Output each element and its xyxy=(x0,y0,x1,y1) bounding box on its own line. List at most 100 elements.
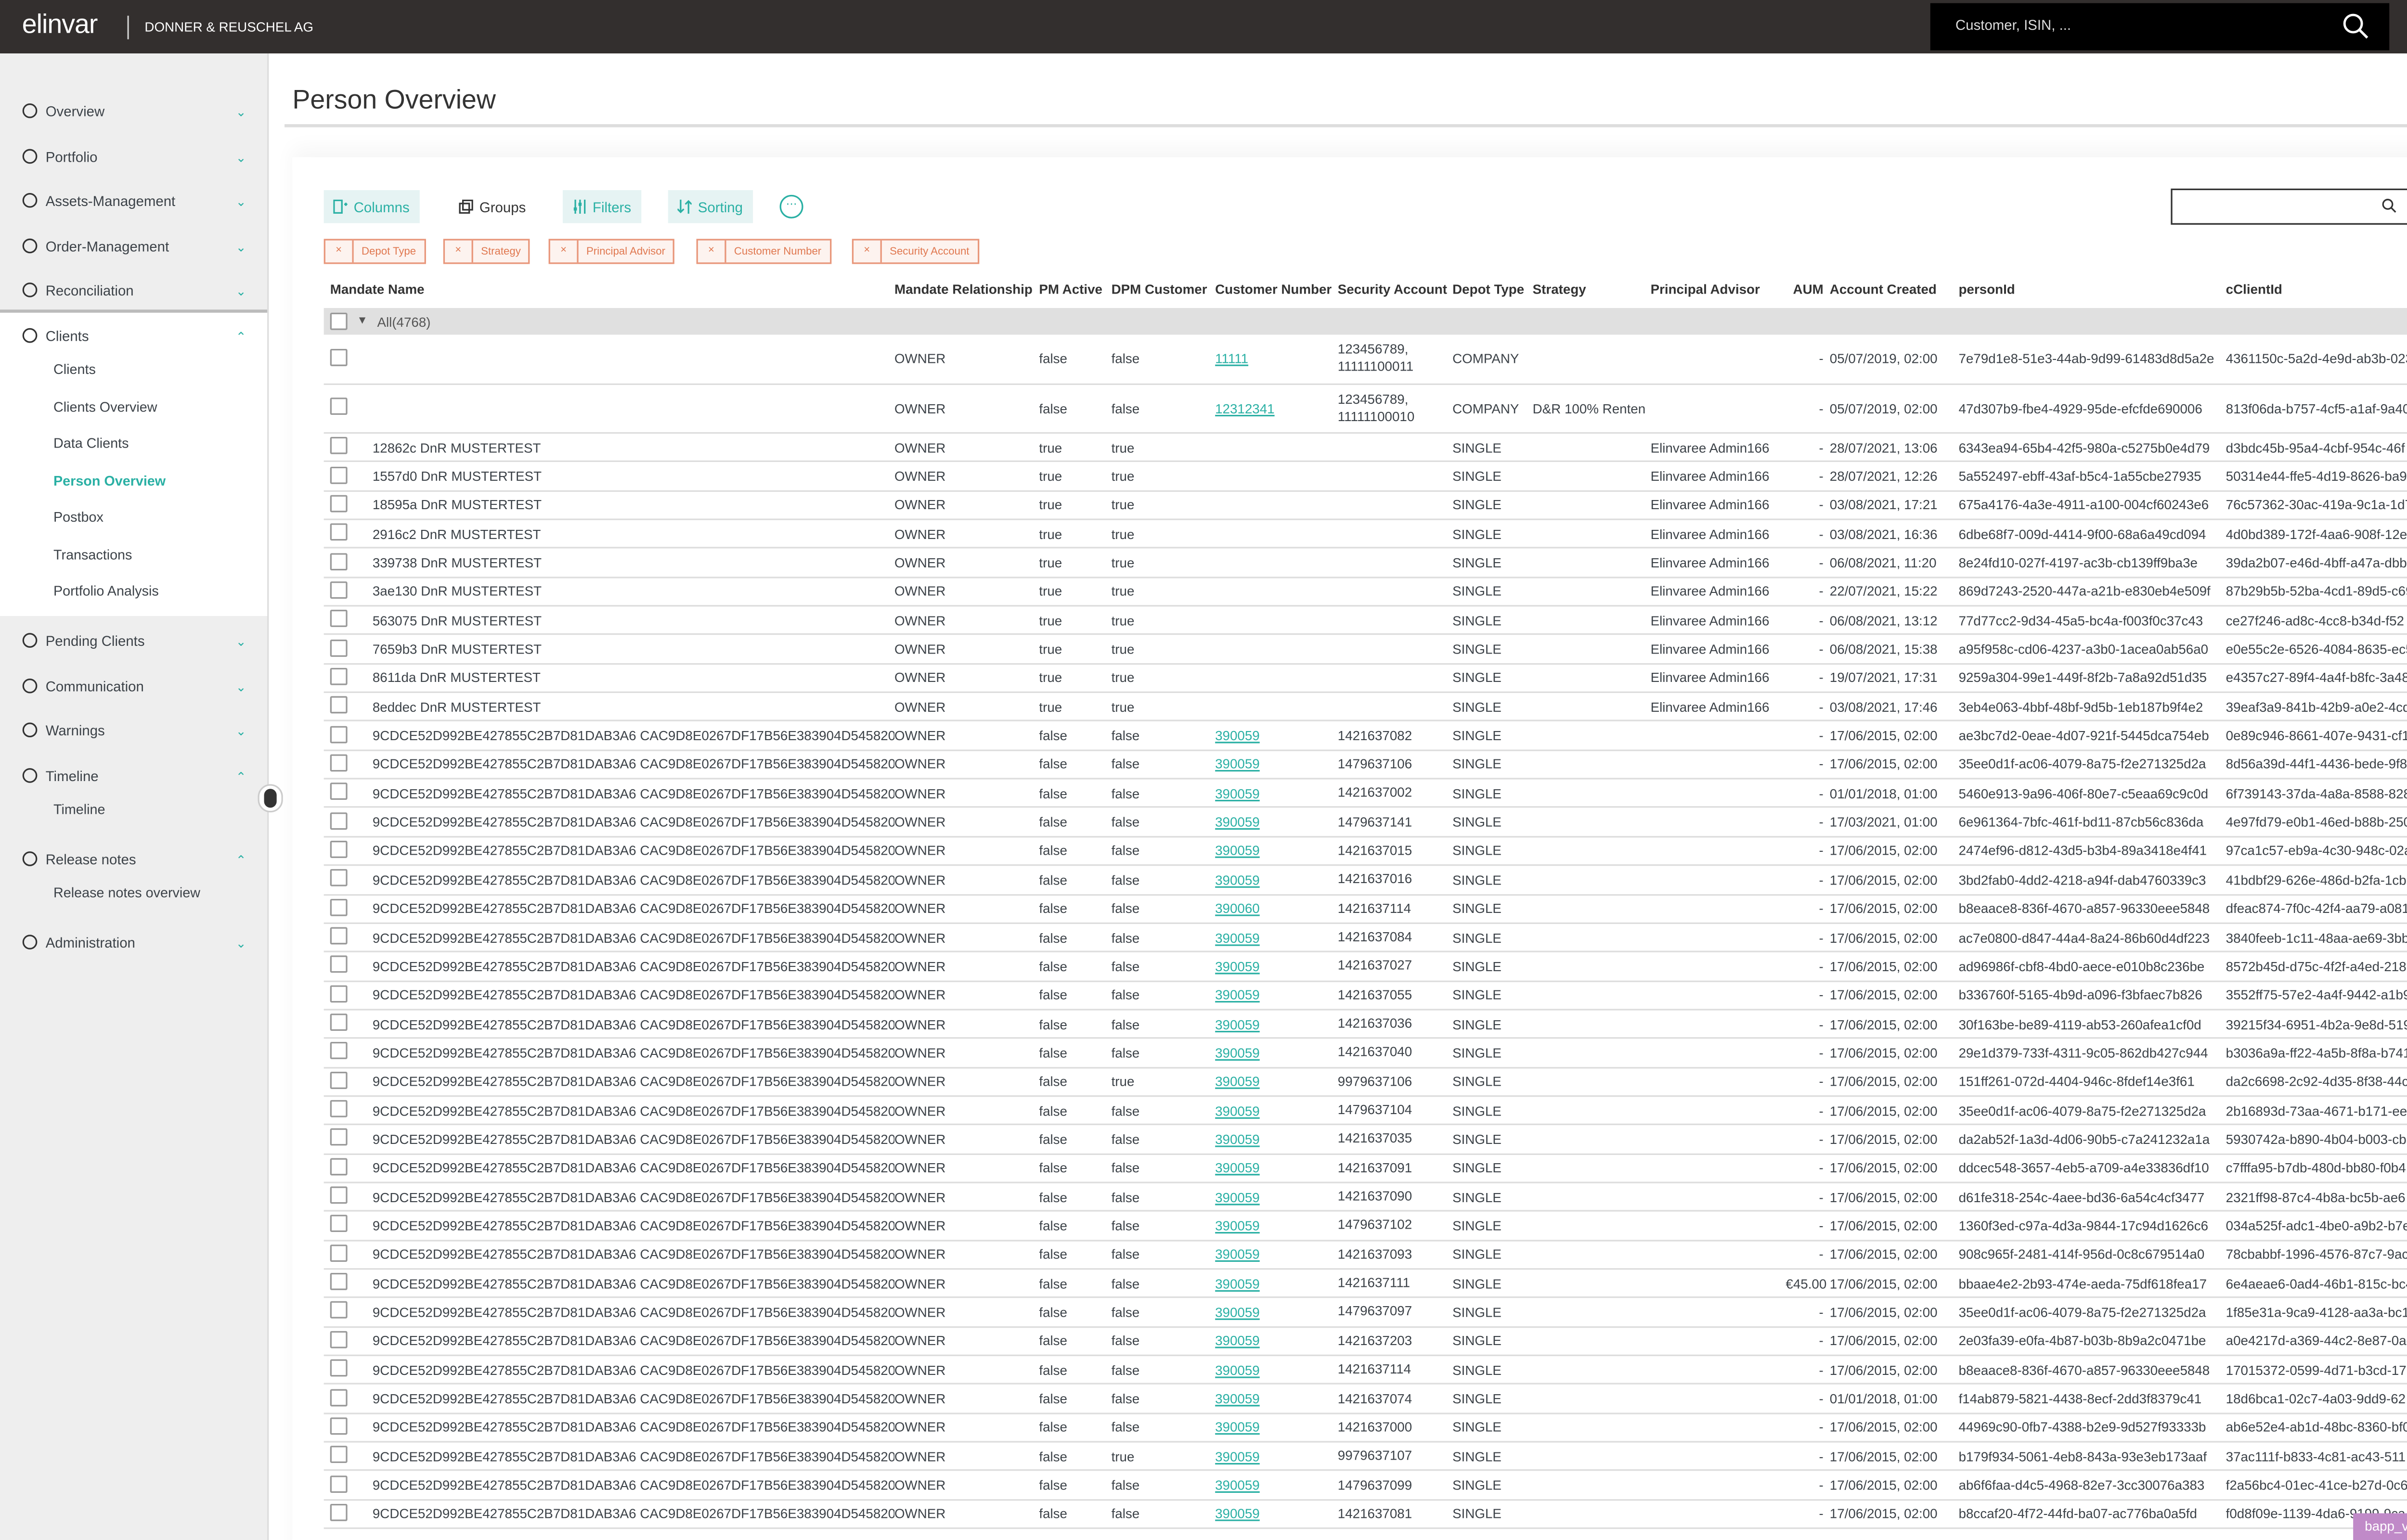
sidebar-sub-transactions[interactable]: Transactions xyxy=(53,547,132,563)
row-checkbox[interactable] xyxy=(330,783,348,801)
table-row[interactable]: 9CDCE52D992BE427855C2B7D81DAB3A6 CAC9D8E… xyxy=(324,1212,2407,1241)
customer-number-link[interactable]: 390059 xyxy=(1215,1333,1260,1349)
chevron-down-icon[interactable]: ⌄ xyxy=(236,680,246,693)
table-row[interactable]: 9CDCE52D992BE427855C2B7D81DAB3A6 CAC9D8E… xyxy=(324,1010,2407,1040)
customer-number-link[interactable]: 390059 xyxy=(1215,843,1260,859)
table-row[interactable]: 9CDCE52D992BE427855C2B7D81DAB3A6 CAC9D8E… xyxy=(324,1183,2407,1212)
customer-number-link[interactable]: 390059 xyxy=(1215,1016,1260,1032)
table-row[interactable]: 9CDCE52D992BE427855C2B7D81DAB3A6 CAC9D8E… xyxy=(324,866,2407,895)
customer-number-link[interactable]: 390059 xyxy=(1215,785,1260,801)
column-header-aum[interactable]: AUM xyxy=(1786,281,1829,303)
table-row[interactable]: 9CDCE52D992BE427855C2B7D81DAB3A6 CAC9D8E… xyxy=(324,1356,2407,1385)
sidebar-item-release-notes[interactable]: Release notes ⌃ xyxy=(0,844,267,875)
column-header-strategy[interactable]: Strategy xyxy=(1533,281,1651,303)
column-header-customer-number[interactable]: Customer Number xyxy=(1215,281,1338,303)
column-header-depot-type[interactable]: Depot Type xyxy=(1452,281,1533,303)
row-checkbox[interactable] xyxy=(330,1042,348,1060)
search-icon[interactable] xyxy=(2381,198,2397,214)
row-checkbox[interactable] xyxy=(330,610,348,628)
sidebar-item-administration[interactable]: Administration ⌄ xyxy=(0,927,267,959)
sidebar-sub-timeline[interactable]: Timeline xyxy=(53,801,105,817)
chevron-down-icon[interactable]: ⌄ xyxy=(236,150,246,164)
sidebar-sub-clients-overview[interactable]: Clients Overview xyxy=(53,399,157,415)
sorting-button[interactable]: Sorting xyxy=(668,190,752,223)
table-row[interactable]: 9CDCE52D992BE427855C2B7D81DAB3A6 CAC9D8E… xyxy=(324,837,2407,866)
remove-chip-icon[interactable]: × xyxy=(550,240,579,263)
customer-number-link[interactable]: 390059 xyxy=(1215,1477,1260,1493)
row-checkbox[interactable] xyxy=(330,1446,348,1463)
global-search-input[interactable] xyxy=(1952,15,2320,35)
table-row[interactable]: 9CDCE52D992BE427855C2B7D81DAB3A6 CAC9D8E… xyxy=(324,895,2407,924)
filters-button[interactable]: Filters xyxy=(562,190,641,223)
table-row[interactable]: 9CDCE52D992BE427855C2B7D81DAB3A6 CAC9D8E… xyxy=(324,1126,2407,1155)
table-row[interactable]: 9CDCE52D992BE427855C2B7D81DAB3A6 CAC9D8E… xyxy=(324,981,2407,1011)
group-row[interactable]: ▼ All(4768) xyxy=(324,308,2407,335)
row-checkbox[interactable] xyxy=(330,956,348,974)
row-checkbox[interactable] xyxy=(330,667,348,685)
sidebar-item-timeline[interactable]: Timeline ⌃ xyxy=(0,760,267,792)
customer-number-link[interactable]: 390059 xyxy=(1215,1045,1260,1061)
column-header-cclientid[interactable]: cClientId xyxy=(2226,281,2407,303)
customer-number-link[interactable]: 390059 xyxy=(1215,814,1260,830)
row-checkbox[interactable] xyxy=(330,1244,348,1262)
table-row[interactable]: 9CDCE52D992BE427855C2B7D81DAB3A6 CAC9D8E… xyxy=(324,924,2407,953)
customer-number-link[interactable]: 390059 xyxy=(1215,1449,1260,1464)
remove-chip-icon[interactable]: × xyxy=(445,240,473,263)
sidebar-sub-person-overview[interactable]: Person Overview xyxy=(53,473,166,489)
column-header-principal-advisor[interactable]: Principal Advisor xyxy=(1651,281,1786,303)
sidebar-sub-release-notes-overview[interactable]: Release notes overview xyxy=(53,885,200,900)
chevron-down-icon[interactable]: ⌄ xyxy=(236,104,246,118)
column-header-security-account[interactable]: Security Account xyxy=(1338,281,1452,303)
sidebar-sub-data-clients[interactable]: Data Clients xyxy=(53,435,129,451)
column-header-pm-active[interactable]: PM Active xyxy=(1039,281,1111,303)
row-checkbox[interactable] xyxy=(330,1360,348,1377)
chevron-up-icon[interactable]: ⌃ xyxy=(236,769,246,783)
customer-number-link[interactable]: 390059 xyxy=(1215,1103,1260,1118)
sidebar-item-portfolio[interactable]: Portfolio ⌄ xyxy=(0,141,267,173)
sidebar-item-assets-management[interactable]: Assets-Management ⌄ xyxy=(0,185,267,217)
table-row[interactable]: 9CDCE52D992BE427855C2B7D81DAB3A6 CAC9D8E… xyxy=(324,808,2407,837)
customer-number-link[interactable]: 390059 xyxy=(1215,1275,1260,1291)
customer-number-link[interactable]: 390059 xyxy=(1215,1506,1260,1522)
table-row[interactable]: 9CDCE52D992BE427855C2B7D81DAB3A6 CAC9D8E… xyxy=(324,1068,2407,1097)
chevron-down-icon[interactable]: ⌄ xyxy=(236,283,246,297)
remove-chip-icon[interactable]: × xyxy=(854,240,882,263)
table-row[interactable]: 339738 DnR MUSTERTEST OWNER true true SINGLE… xyxy=(324,549,2407,578)
table-row[interactable]: 9CDCE52D992BE427855C2B7D81DAB3A6 CAC9D8E… xyxy=(324,1327,2407,1356)
row-checkbox[interactable] xyxy=(330,552,348,570)
chevron-down-icon[interactable]: ⌄ xyxy=(236,724,246,738)
table-row[interactable]: 9CDCE52D992BE427855C2B7D81DAB3A6 CAC9D8E… xyxy=(324,751,2407,780)
table-row[interactable]: OWNER false false 11111 123456789, 111111000… xyxy=(324,335,2407,385)
sidebar-sub-portfolio-analysis[interactable]: Portfolio Analysis xyxy=(53,583,159,599)
table-row[interactable]: 9CDCE52D992BE427855C2B7D81DAB3A6 CAC9D8E… xyxy=(324,1298,2407,1328)
table-row[interactable]: 9CDCE52D992BE427855C2B7D81DAB3A6 CAC9D8E… xyxy=(324,1500,2407,1529)
customer-number-link[interactable]: 390059 xyxy=(1215,1189,1260,1205)
sidebar-item-reconciliation[interactable]: Reconciliation ⌄ xyxy=(0,275,267,306)
more-options-button[interactable]: ⋯ xyxy=(779,194,803,218)
customer-number-link[interactable]: 390059 xyxy=(1215,1074,1260,1090)
table-row[interactable]: 8611da DnR MUSTERTEST OWNER true true SINGLE… xyxy=(324,664,2407,693)
customer-number-link[interactable]: 390059 xyxy=(1215,1131,1260,1147)
table-row[interactable]: 9CDCE52D992BE427855C2B7D81DAB3A6 CAC9D8E… xyxy=(324,1472,2407,1501)
table-row[interactable]: 9CDCE52D992BE427855C2B7D81DAB3A6 CAC9D8E… xyxy=(324,1385,2407,1414)
customer-number-link[interactable]: 390059 xyxy=(1215,1362,1260,1378)
row-checkbox[interactable] xyxy=(330,1014,348,1031)
row-checkbox[interactable] xyxy=(330,398,348,415)
table-search-input[interactable] xyxy=(2178,196,2381,216)
table-row[interactable]: 9CDCE52D992BE427855C2B7D81DAB3A6 CAC9D8E… xyxy=(324,1414,2407,1443)
row-checkbox[interactable] xyxy=(330,754,348,772)
sidebar-item-order-management[interactable]: Order-Management ⌄ xyxy=(0,231,267,262)
table-row[interactable]: 9CDCE52D992BE427855C2B7D81DAB3A6 CAC9D8E… xyxy=(324,1155,2407,1183)
customer-number-link[interactable]: 390059 xyxy=(1215,1304,1260,1320)
row-checkbox[interactable] xyxy=(330,927,348,945)
table-row[interactable]: OWNER false false 12312341 123456789, 111111… xyxy=(324,384,2407,434)
column-header-mandate-relationship[interactable]: Mandate Relationship xyxy=(894,281,1039,303)
sidebar-item-communication[interactable]: Communication ⌄ xyxy=(0,671,267,702)
chevron-down-icon[interactable]: ⌄ xyxy=(236,240,246,254)
table-row[interactable]: 8eddec DnR MUSTERTEST OWNER true true SINGLE… xyxy=(324,693,2407,722)
chevron-down-icon[interactable]: ⌄ xyxy=(236,936,246,950)
customer-number-link[interactable]: 390059 xyxy=(1215,929,1260,945)
sidebar-item-pending-clients[interactable]: Pending Clients ⌄ xyxy=(0,626,267,657)
sidebar-item-clients[interactable]: Clients ⌃ xyxy=(0,321,267,352)
table-row[interactable]: 9CDCE52D992BE427855C2B7D81DAB3A6 CAC9D8E… xyxy=(324,1241,2407,1270)
